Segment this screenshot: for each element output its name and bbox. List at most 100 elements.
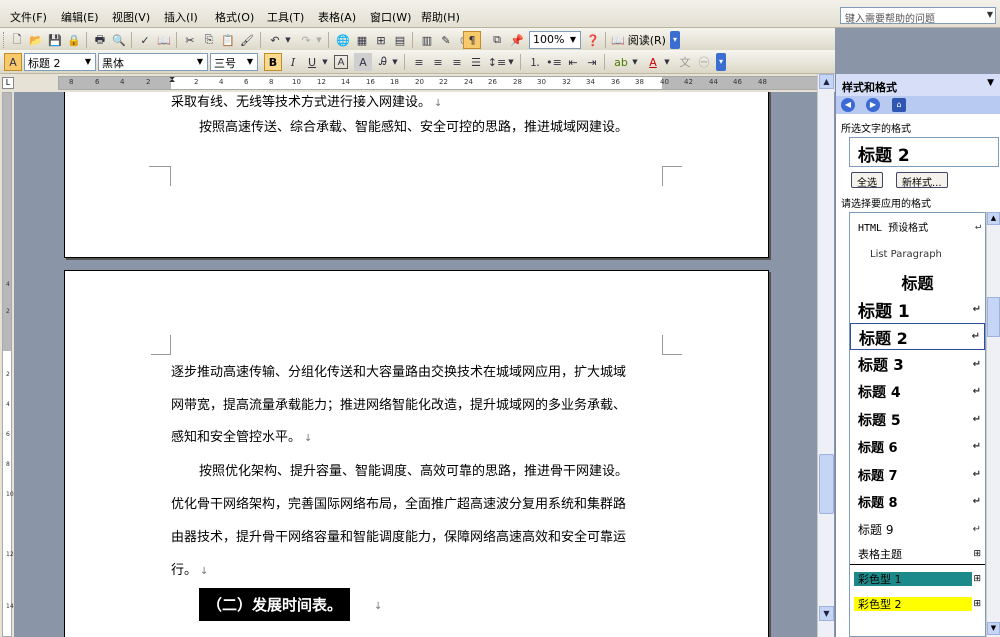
chevron-down-icon[interactable]: ▼ xyxy=(987,10,993,19)
chevron-down-icon[interactable]: ▼ xyxy=(82,55,94,69)
chevron-down-icon[interactable]: ▼ xyxy=(314,31,324,49)
style-item-heading-5[interactable]: 标题 5 ↵ xyxy=(850,406,985,433)
paste-icon[interactable]: 📋 xyxy=(219,31,237,49)
align-right-icon[interactable]: ≡ xyxy=(448,53,466,71)
style-list-scrollbar[interactable]: ▲ ▼ xyxy=(986,212,1000,637)
text-line[interactable]: 感知和安全管控水平。 ↓ xyxy=(171,428,312,449)
style-item-colorful-2[interactable]: 彩色型 2 ⊞ xyxy=(850,593,985,615)
help-search-input[interactable]: 键入需要帮助的问题 ▼ xyxy=(840,7,996,25)
increase-indent-icon[interactable]: ⇥ xyxy=(583,53,601,71)
chevron-down-icon[interactable]: ▼ xyxy=(194,55,206,69)
undo-icon[interactable]: ↶ xyxy=(266,31,284,49)
tab-selector[interactable]: L xyxy=(2,77,14,89)
new-style-button[interactable]: 新样式... xyxy=(896,172,948,189)
text-line[interactable]: 按照优化架构、提升容量、智能调度、高效可靠的思路，推进骨干网建设。 xyxy=(199,462,628,482)
style-item-heading-4[interactable]: 标题 4 ↵ xyxy=(850,378,985,405)
scroll-up-icon[interactable]: ▲ xyxy=(819,74,834,89)
chevron-down-icon[interactable]: ▼ xyxy=(987,78,994,88)
text-line[interactable]: 行。 ↓ xyxy=(171,561,208,582)
zoom-select[interactable]: 100% ▼ xyxy=(529,31,581,49)
font-color-button[interactable]: A xyxy=(644,53,662,71)
style-item-list-paragraph[interactable]: List Paragraph xyxy=(850,241,985,268)
page-1[interactable]: 采取有线、无线等技术方式进行接入网建设。 ↓ 按照高速传送、综合承载、智能感知、安… xyxy=(64,92,769,258)
columns-icon[interactable]: ▥ xyxy=(418,31,436,49)
horizontal-ruler[interactable]: 8 6 4 2 2 4 6 8 10 12 14 16 18 20 22 24 … xyxy=(58,76,828,90)
style-item-colorful-1[interactable]: 彩色型 1 ⊞ xyxy=(850,568,985,590)
toolbar-grip[interactable] xyxy=(3,32,6,48)
paragraph[interactable]: 按照高速传送、综合承载、智能感知、安全可控的思路，推进城域网建设。 xyxy=(199,118,628,138)
research-icon[interactable]: 📖 xyxy=(155,31,173,49)
style-item-html-preformatted[interactable]: HTML 预设格式 ↵ xyxy=(850,213,985,240)
scroll-down-icon[interactable]: ▼ xyxy=(987,622,1000,635)
chevron-down-icon[interactable]: ▼ xyxy=(320,53,330,71)
insert-table-icon[interactable]: ⊞ xyxy=(372,31,390,49)
select-all-button[interactable]: 全选 xyxy=(851,172,883,189)
line-spacing-icon[interactable]: ↕≡ xyxy=(488,53,506,71)
hyperlink-icon[interactable]: 🌐 xyxy=(334,31,352,49)
bold-button[interactable]: B xyxy=(264,53,282,71)
chevron-down-icon[interactable]: ▼ xyxy=(283,31,293,49)
print-preview-icon[interactable]: 🔍 xyxy=(110,31,128,49)
chevron-down-icon[interactable]: ▼ xyxy=(567,33,579,47)
text-line[interactable]: 由器技术，提升骨干网络容量和智能调度能力，保障网络高速高效和安全可靠运 xyxy=(171,528,626,548)
style-list[interactable]: HTML 预设格式 ↵ List Paragraph 标题 标题 1 ↵ 标题 2 ↵… xyxy=(849,212,986,637)
insert-excel-icon[interactable]: ▤ xyxy=(391,31,409,49)
back-icon[interactable]: ◀ xyxy=(841,98,855,112)
numbering-icon[interactable]: ⒈ xyxy=(526,53,544,71)
chevron-down-icon[interactable]: ▼ xyxy=(506,53,516,71)
chevron-down-icon[interactable]: ▼ xyxy=(390,53,400,71)
text-line[interactable]: 优化骨干网络架构，完善国际网络布局，全面推广超高速波分复用系统和集群路 xyxy=(171,495,626,515)
size-select[interactable]: 三号 ▼ xyxy=(210,53,258,71)
menu-insert[interactable]: 插入(I) xyxy=(164,9,198,25)
style-item-heading-2[interactable]: 标题 2 ↵ xyxy=(850,323,985,350)
italic-button[interactable]: I xyxy=(284,53,302,71)
highlight-icon[interactable]: ab xyxy=(612,53,630,71)
cut-icon[interactable]: ✂ xyxy=(181,31,199,49)
chevron-down-icon[interactable]: ▼ xyxy=(630,53,640,71)
forward-icon[interactable]: ▶ xyxy=(866,98,880,112)
chevron-down-icon[interactable]: ▼ xyxy=(244,55,256,69)
show-hide-icon[interactable]: ¶ xyxy=(463,31,481,49)
style-item-heading-7[interactable]: 标题 7 ↵ xyxy=(850,461,985,488)
style-item-title[interactable]: 标题 xyxy=(850,268,985,295)
distributed-icon[interactable]: ☰ xyxy=(467,53,485,71)
char-border-button[interactable]: A xyxy=(334,55,348,69)
save-icon[interactable]: 💾 xyxy=(46,31,64,49)
page-2[interactable]: 逐步推动高速传输、分组化传送和大容量路由交换技术在城域网应用，扩大城域 网带宽，… xyxy=(64,270,769,637)
pin-icon[interactable]: 📌 xyxy=(508,31,526,49)
menu-help[interactable]: 帮助(H) xyxy=(421,9,460,25)
menu-file[interactable]: 文件(F) xyxy=(10,9,47,25)
spelling-icon[interactable]: ✓ xyxy=(136,31,154,49)
char-shading-button[interactable]: A xyxy=(354,53,372,71)
vertical-scrollbar[interactable]: ▲ ▼ xyxy=(817,74,834,637)
phonetic-guide-icon[interactable]: 文 xyxy=(676,53,694,71)
scroll-thumb[interactable] xyxy=(819,454,834,514)
menu-format[interactable]: 格式(O) xyxy=(215,9,254,25)
vertical-ruler[interactable]: 4 2 2 4 6 8 10 12 14 xyxy=(0,92,14,637)
enclose-char-icon[interactable]: ㊀ xyxy=(695,53,713,71)
paragraph[interactable]: 采取有线、无线等技术方式进行接入网建设。 ↓ xyxy=(171,93,442,114)
menu-edit[interactable]: 编辑(E) xyxy=(61,9,99,25)
scroll-thumb[interactable] xyxy=(987,297,1000,337)
permission-icon[interactable]: 🔒 xyxy=(65,31,83,49)
chevron-down-icon[interactable]: ▼ xyxy=(662,53,672,71)
indent-marker-icon[interactable]: ⧗ xyxy=(169,77,175,85)
menu-view[interactable]: 视图(V) xyxy=(112,9,150,25)
style-item-heading-6[interactable]: 标题 6 ↵ xyxy=(850,433,985,460)
text-line[interactable]: 逐步推动高速传输、分组化传送和大容量路由交换技术在城域网应用，扩大城域 xyxy=(171,363,626,383)
text-line[interactable]: 网带宽，提高流量承载能力；推进网络智能化改造，提升城域网的多业务承载、 xyxy=(171,396,626,416)
styles-pane-icon[interactable]: A xyxy=(4,53,22,71)
home-icon[interactable]: ⌂ xyxy=(892,98,906,112)
align-left-icon[interactable]: ≡ xyxy=(410,53,428,71)
show-hide-marks-icon[interactable]: ⧉ xyxy=(488,31,506,49)
style-select[interactable]: 标题 2 ▼ xyxy=(24,53,96,71)
style-item-heading-3[interactable]: 标题 3 ↵ xyxy=(850,351,985,378)
align-center-icon[interactable]: ≡ xyxy=(429,53,447,71)
menu-window[interactable]: 窗口(W) xyxy=(370,9,411,25)
document-area[interactable]: 采取有线、无线等技术方式进行接入网建设。 ↓ 按照高速传送、综合承载、智能感知、安… xyxy=(14,92,817,637)
print-icon[interactable]: 🖶 xyxy=(91,31,109,49)
new-doc-icon[interactable]: 🗋 xyxy=(8,31,26,49)
font-select[interactable]: 黑体 ▼ xyxy=(98,53,208,71)
open-folder-icon[interactable]: 📂 xyxy=(27,31,45,49)
style-item-heading-9[interactable]: 标题 9 ↵ xyxy=(850,516,985,543)
